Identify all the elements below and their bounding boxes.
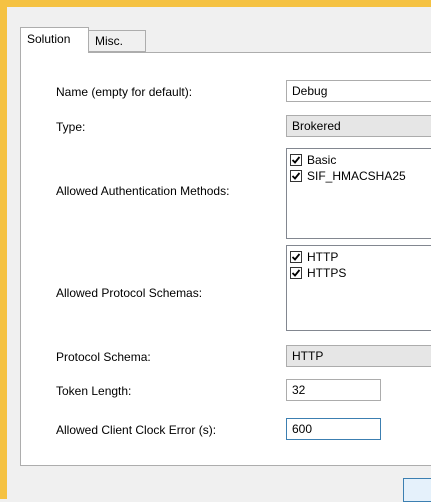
token-length-input[interactable]: 32 <box>286 379 381 401</box>
auth-item-basic[interactable]: Basic <box>287 152 431 168</box>
type-select[interactable]: Brokered <box>286 115 431 137</box>
clock-error-label: Allowed Client Clock Error (s): <box>56 423 217 437</box>
schema-item-label: HTTP <box>307 250 339 264</box>
tab-panel-solution: Name (empty for default): Debug Type: Br… <box>20 52 431 466</box>
auth-methods-list[interactable]: Basic SIF_HMACSHA25 <box>286 148 431 239</box>
schema-item-http[interactable]: HTTP <box>287 249 431 265</box>
protocol-schema-label: Protocol Schema: <box>56 350 151 364</box>
protocol-schema-select[interactable]: HTTP <box>286 345 431 367</box>
tab-solution[interactable]: Solution <box>20 27 89 53</box>
auth-item-label: Basic <box>307 153 337 167</box>
name-label: Name (empty for default): <box>56 85 193 99</box>
dialog-button[interactable] <box>403 478 431 502</box>
auth-item-label: SIF_HMACSHA25 <box>307 169 406 183</box>
window-border-top <box>0 0 431 7</box>
type-label: Type: <box>56 120 86 134</box>
checkbox-checked-icon[interactable] <box>290 154 302 166</box>
auth-methods-label: Allowed Authentication Methods: <box>56 184 230 198</box>
schema-item-https[interactable]: HTTPS <box>287 265 431 281</box>
checkbox-checked-icon[interactable] <box>290 170 302 182</box>
checkbox-checked-icon[interactable] <box>290 267 302 279</box>
token-length-label: Token Length: <box>56 384 132 398</box>
protocol-schemas-label: Allowed Protocol Schemas: <box>56 286 203 300</box>
clock-error-input[interactable]: 600 <box>286 418 381 440</box>
tab-misc[interactable]: Misc. <box>89 30 146 52</box>
auth-item-hmac[interactable]: SIF_HMACSHA25 <box>287 168 431 184</box>
schema-item-label: HTTPS <box>307 266 347 280</box>
protocol-schemas-list[interactable]: HTTP HTTPS <box>286 245 431 331</box>
window-border-left <box>0 0 7 499</box>
name-input[interactable]: Debug <box>286 80 431 102</box>
checkbox-checked-icon[interactable] <box>290 251 302 263</box>
